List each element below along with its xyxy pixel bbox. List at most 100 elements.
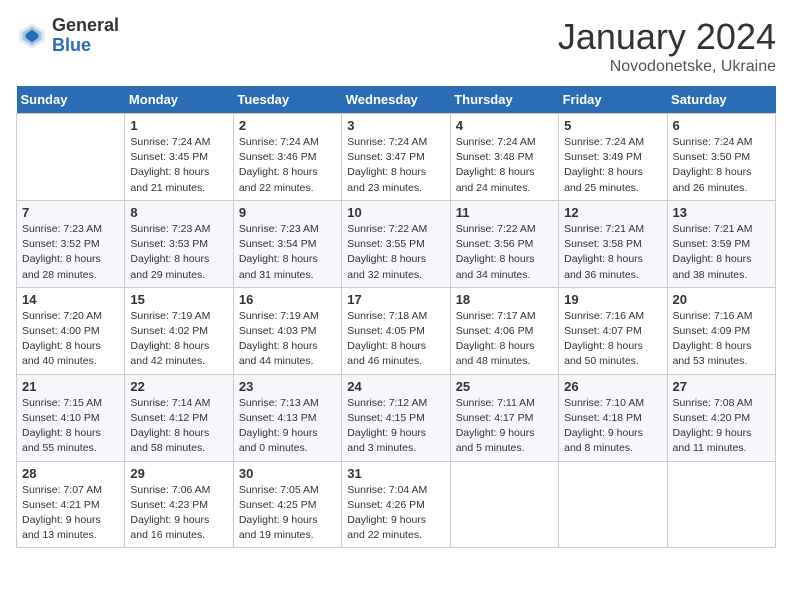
calendar-table: SundayMondayTuesdayWednesdayThursdayFrid… bbox=[16, 86, 776, 548]
calendar-cell: 26 Sunrise: 7:10 AMSunset: 4:18 PMDayligh… bbox=[559, 374, 667, 461]
calendar-week-row: 14 Sunrise: 7:20 AMSunset: 4:00 PMDayligh… bbox=[17, 287, 776, 374]
day-info: Sunrise: 7:12 AMSunset: 4:15 PMDaylight:… bbox=[347, 396, 444, 457]
day-info: Sunrise: 7:08 AMSunset: 4:20 PMDaylight:… bbox=[673, 396, 770, 457]
calendar-cell: 17 Sunrise: 7:18 AMSunset: 4:05 PMDayligh… bbox=[342, 287, 450, 374]
day-info: Sunrise: 7:24 AMSunset: 3:49 PMDaylight:… bbox=[564, 135, 661, 196]
day-number: 23 bbox=[239, 379, 336, 394]
calendar-cell: 1Sunrise: 7:24 AMSunset: 3:45 PMDaylight… bbox=[125, 114, 233, 201]
day-number: 27 bbox=[673, 379, 770, 394]
day-info: Sunrise: 7:07 AMSunset: 4:21 PMDaylight:… bbox=[22, 483, 119, 544]
calendar-cell: 11 Sunrise: 7:22 AMSunset: 3:56 PMDayligh… bbox=[450, 200, 558, 287]
calendar-cell bbox=[667, 461, 775, 548]
calendar-week-row: 1Sunrise: 7:24 AMSunset: 3:45 PMDaylight… bbox=[17, 114, 776, 201]
calendar-cell: 21Sunrise: 7:15 AMSunset: 4:10 PMDayligh… bbox=[17, 374, 125, 461]
logo-blue-text: Blue bbox=[52, 36, 119, 56]
day-info: Sunrise: 7:18 AMSunset: 4:05 PMDaylight:… bbox=[347, 309, 444, 370]
calendar-header-row: SundayMondayTuesdayWednesdayThursdayFrid… bbox=[17, 86, 776, 114]
day-info: Sunrise: 7:23 AMSunset: 3:53 PMDaylight:… bbox=[130, 222, 227, 283]
day-number: 15 bbox=[130, 292, 227, 307]
calendar-cell: 16 Sunrise: 7:19 AMSunset: 4:03 PMDayligh… bbox=[233, 287, 341, 374]
calendar-cell: 2 Sunrise: 7:24 AMSunset: 3:46 PMDaylight… bbox=[233, 114, 341, 201]
logo-text: General Blue bbox=[52, 16, 119, 56]
calendar-week-row: 21Sunrise: 7:15 AMSunset: 4:10 PMDayligh… bbox=[17, 374, 776, 461]
calendar-cell: 8 Sunrise: 7:23 AMSunset: 3:53 PMDaylight… bbox=[125, 200, 233, 287]
day-info: Sunrise: 7:11 AMSunset: 4:17 PMDaylight:… bbox=[456, 396, 553, 457]
day-number: 2 bbox=[239, 118, 336, 133]
day-info: Sunrise: 7:19 AMSunset: 4:02 PMDaylight:… bbox=[130, 309, 227, 370]
day-number: 29 bbox=[130, 466, 227, 481]
day-info: Sunrise: 7:06 AMSunset: 4:23 PMDaylight:… bbox=[130, 483, 227, 544]
day-info: Sunrise: 7:04 AMSunset: 4:26 PMDaylight:… bbox=[347, 483, 444, 544]
calendar-cell: 10Sunrise: 7:22 AMSunset: 3:55 PMDayligh… bbox=[342, 200, 450, 287]
day-number: 18 bbox=[456, 292, 553, 307]
day-number: 5 bbox=[564, 118, 661, 133]
day-number: 12 bbox=[564, 205, 661, 220]
day-info: Sunrise: 7:21 AMSunset: 3:59 PMDaylight:… bbox=[673, 222, 770, 283]
calendar-cell: 12 Sunrise: 7:21 AMSunset: 3:58 PMDayligh… bbox=[559, 200, 667, 287]
calendar-cell: 5 Sunrise: 7:24 AMSunset: 3:49 PMDaylight… bbox=[559, 114, 667, 201]
day-number: 17 bbox=[347, 292, 444, 307]
calendar-header-tuesday: Tuesday bbox=[233, 86, 341, 114]
day-number: 24 bbox=[347, 379, 444, 394]
calendar-week-row: 7 Sunrise: 7:23 AMSunset: 3:52 PMDaylight… bbox=[17, 200, 776, 287]
calendar-cell: 23 Sunrise: 7:13 AMSunset: 4:13 PMDayligh… bbox=[233, 374, 341, 461]
calendar-cell bbox=[17, 114, 125, 201]
day-number: 13 bbox=[673, 205, 770, 220]
day-info: Sunrise: 7:24 AMSunset: 3:48 PMDaylight:… bbox=[456, 135, 553, 196]
day-number: 19 bbox=[564, 292, 661, 307]
logo: General Blue bbox=[16, 16, 119, 56]
day-number: 31 bbox=[347, 466, 444, 481]
day-number: 6 bbox=[673, 118, 770, 133]
day-info: Sunrise: 7:23 AMSunset: 3:52 PMDaylight:… bbox=[22, 222, 119, 283]
day-number: 7 bbox=[22, 205, 119, 220]
calendar-cell bbox=[559, 461, 667, 548]
day-info: Sunrise: 7:10 AMSunset: 4:18 PMDaylight:… bbox=[564, 396, 661, 457]
calendar-cell: 9Sunrise: 7:23 AMSunset: 3:54 PMDaylight… bbox=[233, 200, 341, 287]
day-number: 21 bbox=[22, 379, 119, 394]
day-info: Sunrise: 7:23 AMSunset: 3:54 PMDaylight:… bbox=[239, 222, 336, 283]
day-number: 28 bbox=[22, 466, 119, 481]
day-number: 14 bbox=[22, 292, 119, 307]
calendar-cell: 4Sunrise: 7:24 AMSunset: 3:48 PMDaylight… bbox=[450, 114, 558, 201]
calendar-cell: 3Sunrise: 7:24 AMSunset: 3:47 PMDaylight… bbox=[342, 114, 450, 201]
day-info: Sunrise: 7:20 AMSunset: 4:00 PMDaylight:… bbox=[22, 309, 119, 370]
day-info: Sunrise: 7:24 AMSunset: 3:46 PMDaylight:… bbox=[239, 135, 336, 196]
day-info: Sunrise: 7:24 AMSunset: 3:50 PMDaylight:… bbox=[673, 135, 770, 196]
day-number: 26 bbox=[564, 379, 661, 394]
calendar-cell: 30Sunrise: 7:05 AMSunset: 4:25 PMDayligh… bbox=[233, 461, 341, 548]
calendar-cell: 27 Sunrise: 7:08 AMSunset: 4:20 PMDayligh… bbox=[667, 374, 775, 461]
day-number: 16 bbox=[239, 292, 336, 307]
day-number: 3 bbox=[347, 118, 444, 133]
calendar-header-monday: Monday bbox=[125, 86, 233, 114]
calendar-cell: 13 Sunrise: 7:21 AMSunset: 3:59 PMDayligh… bbox=[667, 200, 775, 287]
day-info: Sunrise: 7:21 AMSunset: 3:58 PMDaylight:… bbox=[564, 222, 661, 283]
calendar-cell: 14 Sunrise: 7:20 AMSunset: 4:00 PMDayligh… bbox=[17, 287, 125, 374]
day-number: 11 bbox=[456, 205, 553, 220]
calendar-cell: 22Sunrise: 7:14 AMSunset: 4:12 PMDayligh… bbox=[125, 374, 233, 461]
day-number: 10 bbox=[347, 205, 444, 220]
day-info: Sunrise: 7:19 AMSunset: 4:03 PMDaylight:… bbox=[239, 309, 336, 370]
calendar-cell bbox=[450, 461, 558, 548]
day-number: 20 bbox=[673, 292, 770, 307]
day-info: Sunrise: 7:14 AMSunset: 4:12 PMDaylight:… bbox=[130, 396, 227, 457]
calendar-cell: 18Sunrise: 7:17 AMSunset: 4:06 PMDayligh… bbox=[450, 287, 558, 374]
calendar-cell: 25Sunrise: 7:11 AMSunset: 4:17 PMDayligh… bbox=[450, 374, 558, 461]
day-info: Sunrise: 7:13 AMSunset: 4:13 PMDaylight:… bbox=[239, 396, 336, 457]
day-info: Sunrise: 7:16 AMSunset: 4:07 PMDaylight:… bbox=[564, 309, 661, 370]
day-info: Sunrise: 7:22 AMSunset: 3:56 PMDaylight:… bbox=[456, 222, 553, 283]
calendar-header-friday: Friday bbox=[559, 86, 667, 114]
logo-general-text: General bbox=[52, 16, 119, 36]
calendar-cell: 6 Sunrise: 7:24 AMSunset: 3:50 PMDaylight… bbox=[667, 114, 775, 201]
page-header: General Blue January 2024 Novodonetske, … bbox=[16, 16, 776, 76]
calendar-header-saturday: Saturday bbox=[667, 86, 775, 114]
logo-icon bbox=[16, 20, 48, 52]
location: Novodonetske, Ukraine bbox=[558, 58, 776, 76]
calendar-header-thursday: Thursday bbox=[450, 86, 558, 114]
day-info: Sunrise: 7:16 AMSunset: 4:09 PMDaylight:… bbox=[673, 309, 770, 370]
title-block: January 2024 Novodonetske, Ukraine bbox=[558, 16, 776, 76]
calendar-cell: 24 Sunrise: 7:12 AMSunset: 4:15 PMDayligh… bbox=[342, 374, 450, 461]
day-info: Sunrise: 7:05 AMSunset: 4:25 PMDaylight:… bbox=[239, 483, 336, 544]
day-number: 1 bbox=[130, 118, 227, 133]
day-number: 8 bbox=[130, 205, 227, 220]
month-title: January 2024 bbox=[558, 16, 776, 58]
